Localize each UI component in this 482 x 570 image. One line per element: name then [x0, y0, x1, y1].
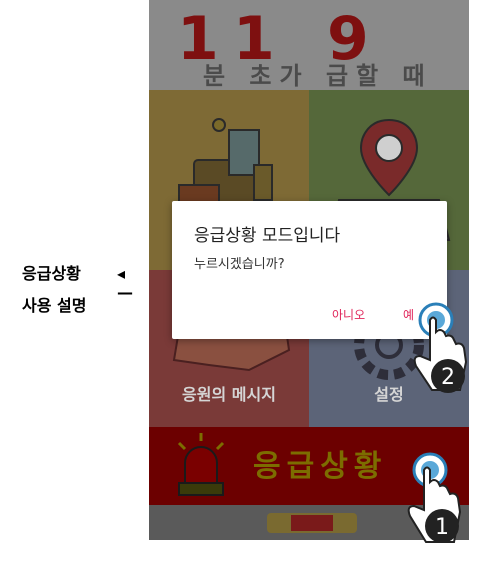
- dialog-title: 응급상황 모드입니다: [194, 226, 341, 246]
- tap-hand-icon-1: 1: [407, 452, 462, 543]
- dialog-no-button[interactable]: 아니오: [332, 306, 365, 323]
- caption-line-2: 사용 설명: [22, 296, 87, 315]
- header-subtitle: 분 초가 급할 때: [203, 62, 433, 90]
- dialog-message: 누르시겠습니까?: [194, 257, 285, 272]
- app-header: 1 1 9 분 초가 급할 때: [149, 0, 469, 90]
- screenshot-root: 응급상황 사용 설명 ◂— 1 1 9 분 초가 급할 때 응원의 메시지 설정…: [0, 0, 482, 570]
- step-number-2: 2: [441, 365, 455, 390]
- instruction-caption: 응급상황 사용 설명 ◂—: [22, 258, 133, 322]
- app-logo-icon: [267, 513, 357, 533]
- caption-line-1: 응급상황: [22, 264, 81, 283]
- siren-icon: [177, 433, 225, 496]
- step-number-1: 1: [435, 515, 449, 540]
- tap-hand-icon-2: 2: [413, 302, 468, 393]
- arrow-left-icon: ◂—: [117, 264, 133, 302]
- emergency-label: 응급상황: [253, 449, 388, 484]
- footer-logo: [267, 511, 357, 539]
- tile-label-cheer-message: 응원의 메시지: [182, 385, 276, 404]
